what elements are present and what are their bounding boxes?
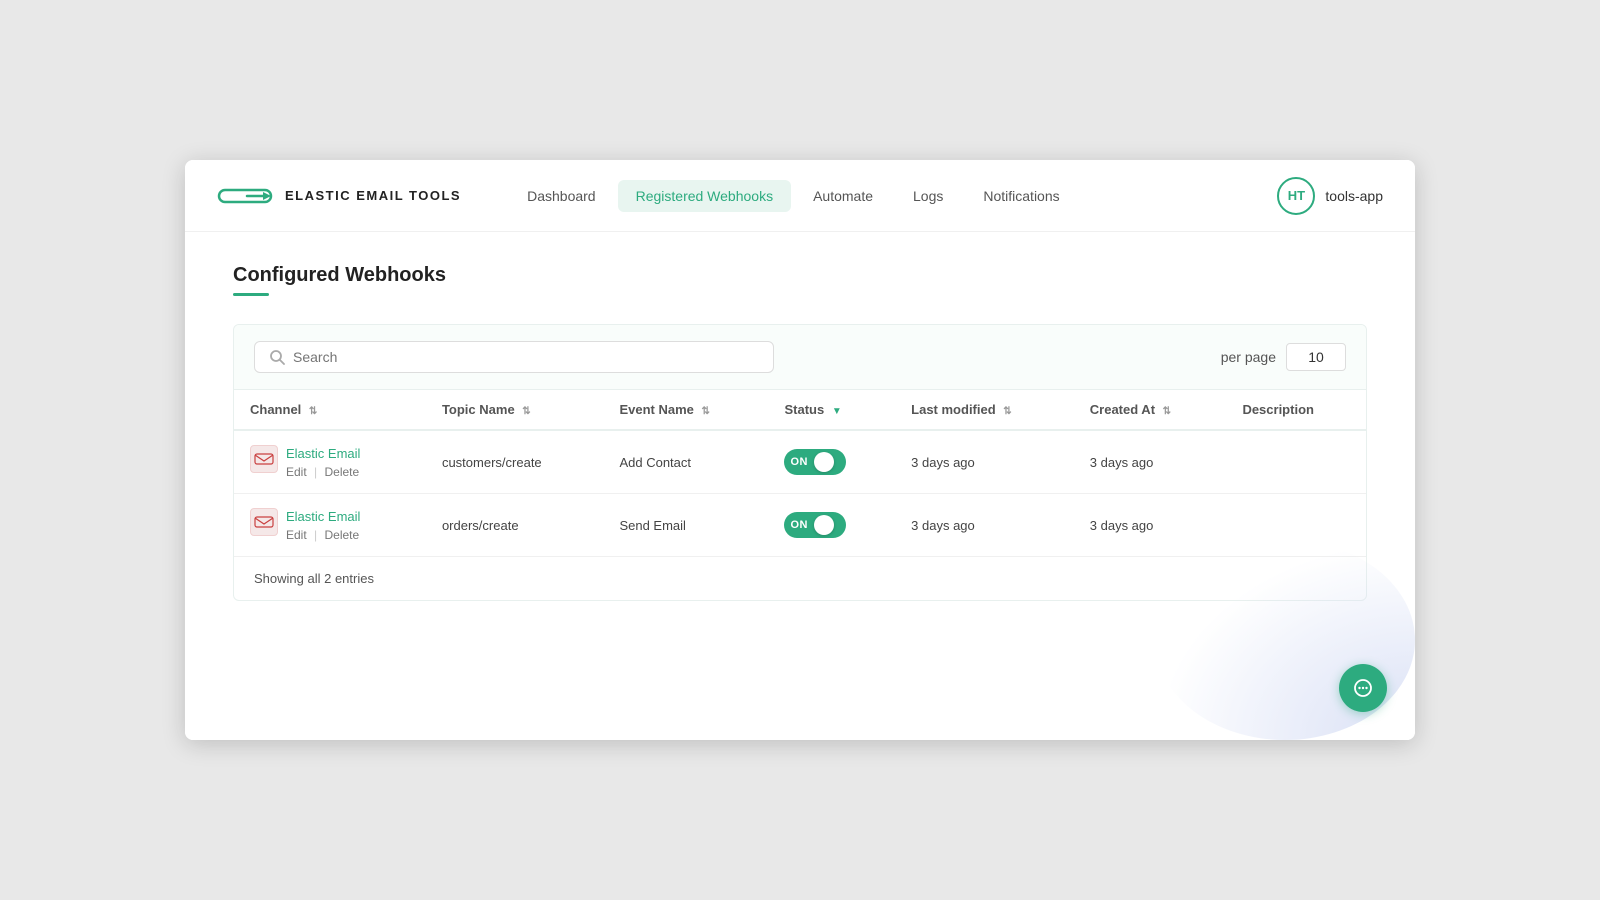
nav-automate[interactable]: Automate bbox=[795, 180, 891, 212]
table-container: per page Channel ⇅ Topic Name ⇅ bbox=[233, 324, 1367, 601]
sort-topic-icon: ⇅ bbox=[522, 406, 530, 417]
elastic-email-logo-1 bbox=[253, 448, 275, 470]
search-icon bbox=[269, 349, 285, 365]
row2-event: Send Email bbox=[603, 494, 768, 557]
col-last-modified[interactable]: Last modified ⇅ bbox=[895, 390, 1074, 430]
showing-text: Showing all 2 entries bbox=[234, 557, 1366, 600]
logo-icon bbox=[217, 180, 273, 212]
sort-event-icon: ⇅ bbox=[702, 406, 710, 417]
search-box[interactable] bbox=[254, 341, 774, 373]
row1-created-at: 3 days ago bbox=[1074, 430, 1227, 494]
channel-name-2[interactable]: Elastic Email bbox=[286, 508, 360, 526]
col-event-name[interactable]: Event Name ⇅ bbox=[603, 390, 768, 430]
row2-last-modified: 3 days ago bbox=[895, 494, 1074, 557]
per-page-input[interactable] bbox=[1286, 343, 1346, 371]
channel-icon-2 bbox=[250, 508, 278, 536]
sort-created-icon: ⇅ bbox=[1163, 406, 1171, 417]
col-description[interactable]: Description bbox=[1226, 390, 1366, 430]
sort-status-icon: ▼ bbox=[832, 406, 842, 417]
navbar: ELASTIC EMAIL TOOLS Dashboard Registered… bbox=[185, 160, 1415, 232]
channel-name-1[interactable]: Elastic Email bbox=[286, 445, 360, 463]
nav-registered-webhooks[interactable]: Registered Webhooks bbox=[618, 180, 791, 212]
row1-event: Add Contact bbox=[603, 430, 768, 494]
toggle-label-1: ON bbox=[790, 456, 808, 468]
row1-last-modified: 3 days ago bbox=[895, 430, 1074, 494]
table-row: Elastic Email Edit | Delete customers/cr… bbox=[234, 430, 1366, 494]
table-toolbar: per page bbox=[234, 325, 1366, 390]
toggle-circle-1 bbox=[814, 452, 834, 472]
table-head: Channel ⇅ Topic Name ⇅ Event Name ⇅ St bbox=[234, 390, 1366, 430]
chat-bubble-button[interactable] bbox=[1339, 664, 1387, 712]
row2-description bbox=[1226, 494, 1366, 557]
chat-icon bbox=[1352, 677, 1374, 699]
col-status[interactable]: Status ▼ bbox=[768, 390, 895, 430]
toggle-on-2[interactable]: ON bbox=[784, 512, 846, 538]
row2-topic: orders/create bbox=[426, 494, 604, 557]
sort-channel-icon: ⇅ bbox=[309, 406, 317, 417]
per-page-label: per page bbox=[1221, 349, 1276, 365]
nav-dashboard[interactable]: Dashboard bbox=[509, 180, 614, 212]
channel-actions-1: Edit | Delete bbox=[286, 465, 360, 479]
col-topic-name[interactable]: Topic Name ⇅ bbox=[426, 390, 604, 430]
elastic-email-logo-2 bbox=[253, 511, 275, 533]
main-content: Configured Webhooks per page bbox=[185, 232, 1415, 740]
channel-icon-1 bbox=[250, 445, 278, 473]
sort-modified-icon: ⇅ bbox=[1003, 406, 1011, 417]
toggle-circle-2 bbox=[814, 515, 834, 535]
table-row: Elastic Email Edit | Delete orders/creat… bbox=[234, 494, 1366, 557]
row2-channel: Elastic Email Edit | Delete bbox=[234, 494, 426, 557]
nav-links: Dashboard Registered Webhooks Automate L… bbox=[509, 180, 1277, 212]
nav-logs[interactable]: Logs bbox=[895, 180, 961, 212]
user-name: tools-app bbox=[1325, 188, 1383, 204]
row1-status: ON bbox=[768, 430, 895, 494]
per-page-area: per page bbox=[1221, 343, 1346, 371]
webhooks-table: Channel ⇅ Topic Name ⇅ Event Name ⇅ St bbox=[234, 390, 1366, 557]
page-title: Configured Webhooks bbox=[233, 264, 1367, 287]
delete-btn-2[interactable]: Delete bbox=[325, 528, 360, 542]
row1-topic: customers/create bbox=[426, 430, 604, 494]
delete-btn-1[interactable]: Delete bbox=[325, 465, 360, 479]
row2-created-at: 3 days ago bbox=[1074, 494, 1227, 557]
avatar: HT bbox=[1277, 177, 1315, 215]
row1-description bbox=[1226, 430, 1366, 494]
col-created-at[interactable]: Created At ⇅ bbox=[1074, 390, 1227, 430]
row2-status: ON bbox=[768, 494, 895, 557]
browser-window: ELASTIC EMAIL TOOLS Dashboard Registered… bbox=[185, 160, 1415, 740]
edit-btn-1[interactable]: Edit bbox=[286, 465, 307, 479]
toggle-on-1[interactable]: ON bbox=[784, 449, 846, 475]
logo-text: ELASTIC EMAIL TOOLS bbox=[285, 188, 461, 203]
title-underline bbox=[233, 293, 269, 296]
row1-channel: Elastic Email Edit | Delete bbox=[234, 430, 426, 494]
logo-area: ELASTIC EMAIL TOOLS bbox=[217, 180, 461, 212]
table-body: Elastic Email Edit | Delete customers/cr… bbox=[234, 430, 1366, 557]
toggle-label-2: ON bbox=[790, 519, 808, 531]
channel-actions-2: Edit | Delete bbox=[286, 528, 360, 542]
search-input[interactable] bbox=[293, 349, 759, 365]
col-channel[interactable]: Channel ⇅ bbox=[234, 390, 426, 430]
nav-notifications[interactable]: Notifications bbox=[965, 180, 1077, 212]
user-area: HT tools-app bbox=[1277, 177, 1383, 215]
edit-btn-2[interactable]: Edit bbox=[286, 528, 307, 542]
